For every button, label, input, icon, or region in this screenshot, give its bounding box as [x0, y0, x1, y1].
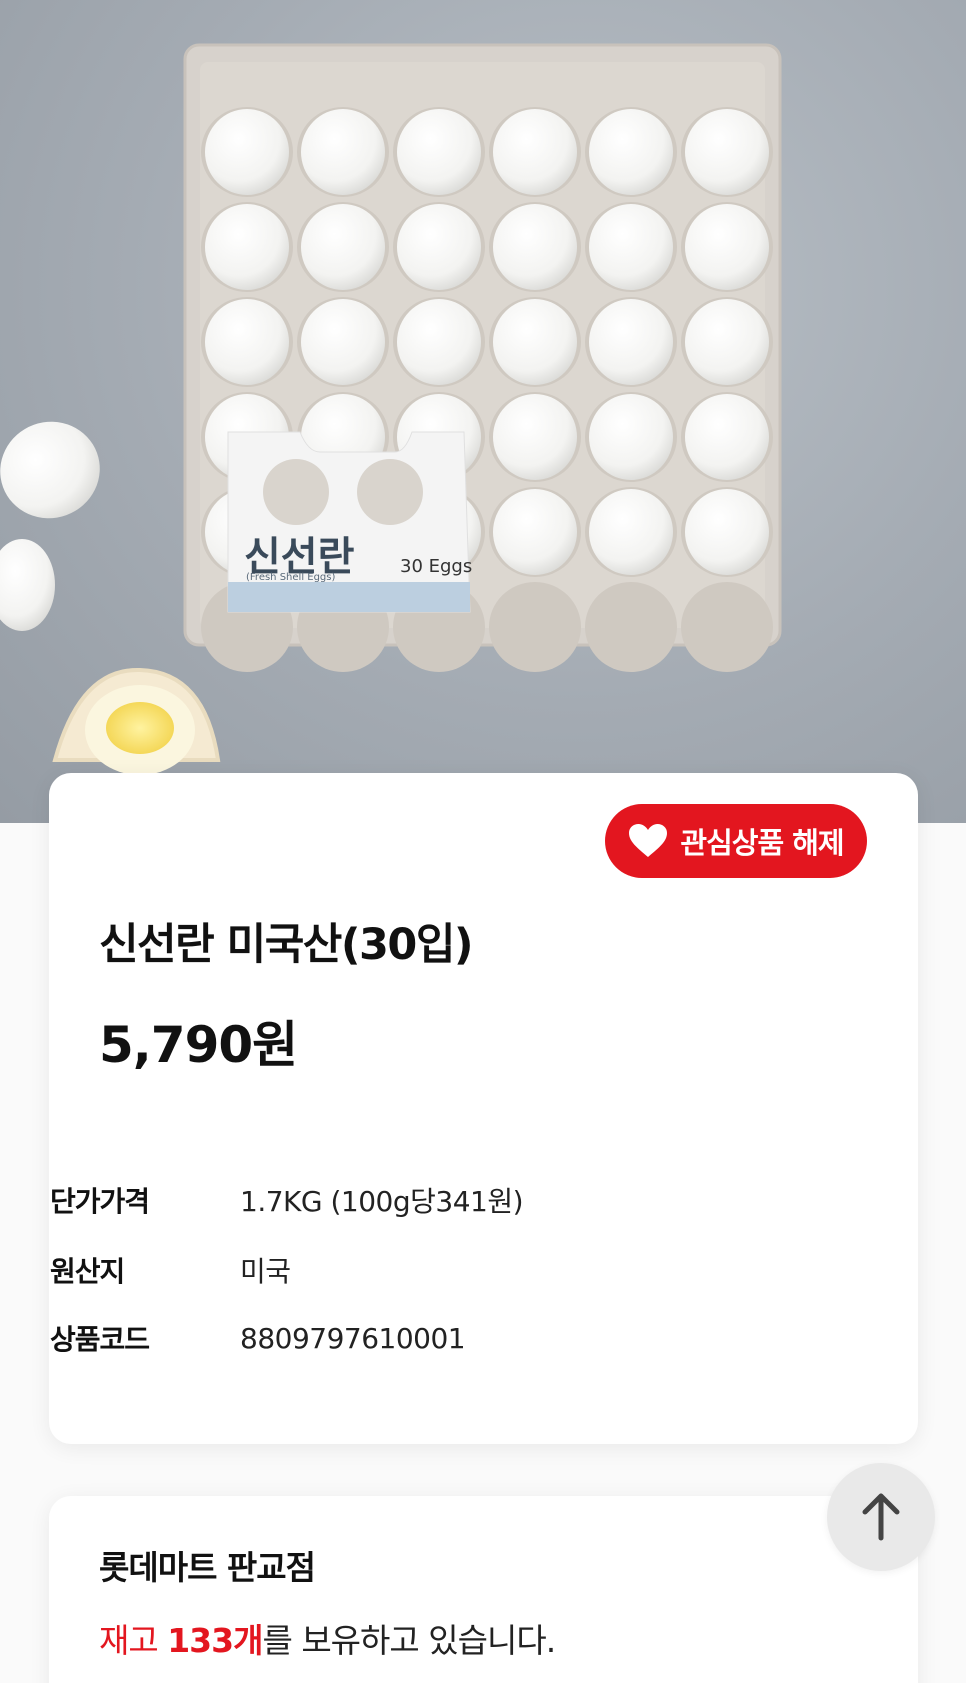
egg [589, 489, 673, 575]
spec-label: 단가가격 [50, 1185, 150, 1218]
product-image: 신선란 (Fresh Shell Eggs) 30 Eggs [0, 0, 966, 823]
egg [685, 489, 769, 575]
egg [205, 109, 289, 195]
package-label: 신선란 (Fresh Shell Eggs) 30 Eggs [227, 431, 472, 613]
egg [493, 394, 577, 480]
spec-label: 상품코드 [50, 1323, 150, 1356]
egg [397, 109, 481, 195]
arrow-up-icon [862, 1493, 900, 1541]
scroll-top-button[interactable] [827, 1463, 935, 1571]
egg [589, 299, 673, 385]
egg [685, 204, 769, 290]
egg [301, 299, 385, 385]
store-stock-card: 롯데마트 판교점 재고 133개를 보유하고 있습니다. [49, 1496, 918, 1683]
spec-row-product-code: 상품코드 8809797610001 [50, 1316, 466, 1360]
store-name: 롯데마트 판교점 [99, 1548, 316, 1587]
spec-row-unit-price: 단가가격 1.7KG (100g당341원) [50, 1178, 524, 1222]
loose-egg [0, 539, 55, 631]
egg [685, 299, 769, 385]
spec-value: 8809797610001 [240, 1321, 466, 1355]
egg [301, 109, 385, 195]
stock-prefix: 재고 [99, 1621, 168, 1660]
egg [589, 109, 673, 195]
stock-count: 133개 [167, 1621, 263, 1660]
tray-cup [681, 582, 773, 672]
product-title: 신선란 미국산(30입) [99, 920, 474, 970]
tray-cup [585, 582, 677, 672]
egg [493, 109, 577, 195]
egg [397, 204, 481, 290]
egg [397, 299, 481, 385]
egg [301, 204, 385, 290]
egg [589, 394, 673, 480]
egg [685, 109, 769, 195]
egg [493, 299, 577, 385]
spec-value: 1.7KG (100g당341원) [240, 1185, 524, 1218]
egg-tray-illustration: 신선란 (Fresh Shell Eggs) 30 Eggs [0, 43, 782, 775]
stock-suffix: 를 보유하고 있습니다. [262, 1621, 556, 1660]
egg [493, 204, 577, 290]
package-sub-text: (Fresh Shell Eggs) [246, 572, 335, 583]
egg [493, 489, 577, 575]
spec-value: 미국 [240, 1255, 291, 1288]
tray-cup [489, 582, 581, 672]
heart-icon [629, 824, 668, 857]
stock-status: 재고 133개를 보유하고 있습니다. [99, 1614, 556, 1662]
product-price: 5,790원 [99, 1016, 298, 1074]
egg [589, 204, 673, 290]
loose-egg [0, 421, 100, 519]
package-count-text: 30 Eggs [400, 556, 472, 577]
egg [205, 299, 289, 385]
wishlist-remove-button[interactable]: 관심상품 해제 [605, 804, 867, 878]
egg [685, 394, 769, 480]
wishlist-button-label: 관심상품 해제 [680, 826, 844, 860]
spec-row-origin: 원산지 미국 [50, 1248, 291, 1292]
spec-label: 원산지 [50, 1255, 125, 1288]
egg [205, 204, 289, 290]
